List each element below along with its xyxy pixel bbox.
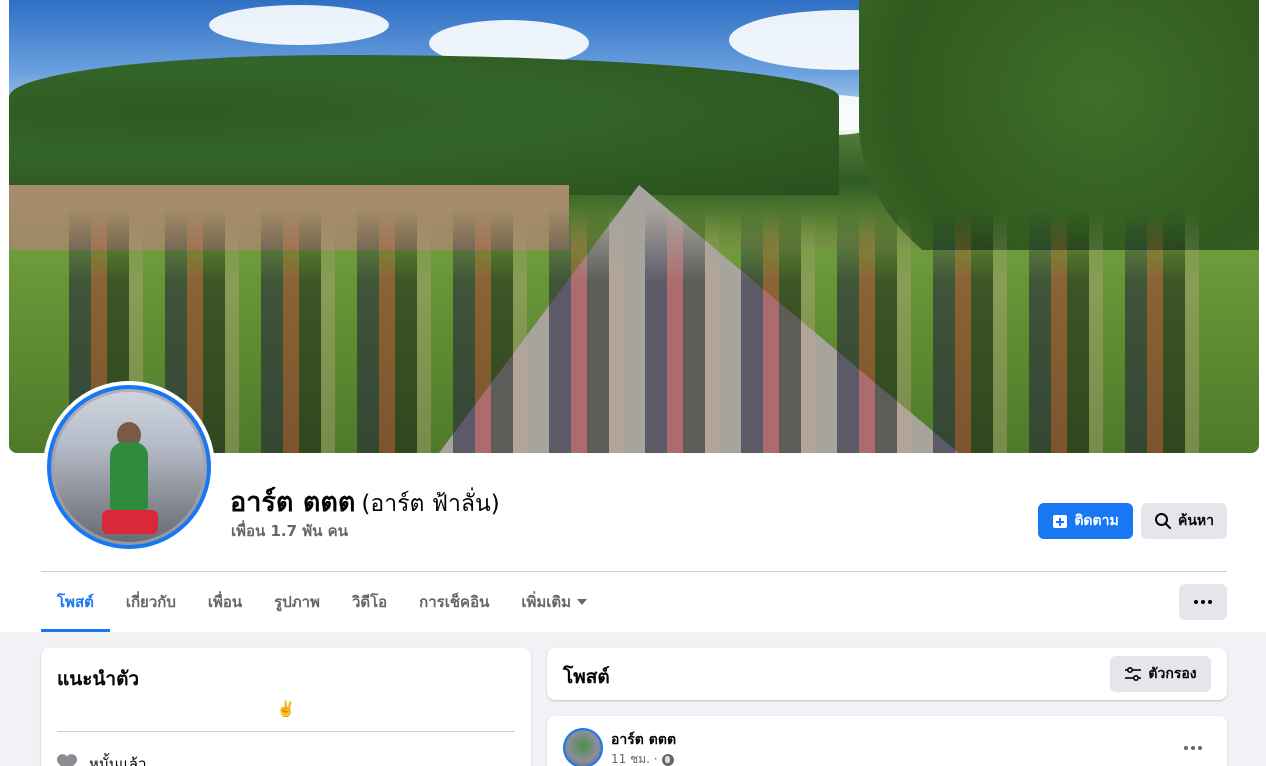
avatar-body xyxy=(110,442,148,512)
post-author-avatar[interactable] xyxy=(563,728,603,766)
post-meta: 11 ชม. · xyxy=(611,750,674,766)
globe-icon xyxy=(661,753,674,766)
profile-alternate-name: (อาร์ต ฟ้าลั่น) xyxy=(361,491,500,517)
post-author-name[interactable]: อาร์ต ตตต xyxy=(611,729,676,751)
intro-card: แนะนำตัว ✌️ หมั้นแล้ว xyxy=(41,648,531,766)
tab-label: เกี่ยวกับ xyxy=(125,593,176,611)
relationship-status: หมั้นแล้ว xyxy=(89,755,147,766)
profile-avatar[interactable] xyxy=(47,385,211,549)
intro-title: แนะนำตัว xyxy=(57,668,140,690)
avatar-chair xyxy=(102,510,158,534)
posts-header-card: โพสต์ ตัวกรอง xyxy=(547,648,1227,700)
tab-posts[interactable]: โพสต์ xyxy=(41,572,110,632)
filter-button[interactable]: ตัวกรอง xyxy=(1110,656,1211,692)
follow-plus-icon xyxy=(1053,515,1068,528)
cover-photo[interactable] xyxy=(9,0,1259,453)
tab-friends[interactable]: เพื่อน xyxy=(192,572,258,632)
tab-about[interactable]: เกี่ยวกับ xyxy=(110,572,192,632)
search-label: ค้นหา xyxy=(1177,513,1215,529)
relationship-row: หมั้นแล้ว xyxy=(57,752,146,766)
intro-divider xyxy=(57,731,515,732)
posts-title: โพสต์ xyxy=(563,666,610,688)
follow-button[interactable]: ติดตาม xyxy=(1038,503,1133,539)
intro-bio: ✌️ xyxy=(276,700,296,718)
tab-checkins[interactable]: การเช็คอิน xyxy=(403,572,505,632)
profile-name: อาร์ต ตตต xyxy=(230,487,356,518)
search-button[interactable]: ค้นหา xyxy=(1141,503,1227,539)
tab-label: รูปภาพ xyxy=(274,593,320,611)
tab-label: วิดีโอ xyxy=(351,593,388,611)
tab-label: เพื่อน xyxy=(207,593,243,611)
tab-label: การเช็คอิน xyxy=(419,593,490,611)
post-timestamp[interactable]: 11 ชม. · xyxy=(611,750,658,766)
tab-label: โพสต์ xyxy=(57,593,94,611)
avatar-photo xyxy=(54,392,204,542)
follow-label: ติดตาม xyxy=(1074,513,1119,529)
search-icon xyxy=(1154,513,1171,529)
tab-label: เพิ่มเติม xyxy=(521,593,572,611)
cover-trees-left xyxy=(9,55,839,195)
post-options-button[interactable] xyxy=(1175,730,1211,766)
heart-icon xyxy=(57,755,77,766)
profile-name-row: อาร์ต ตตต (อาร์ต ฟ้าลั่น) xyxy=(230,480,500,523)
post-card: อาร์ต ตตต 11 ชม. · xyxy=(547,716,1227,766)
tab-videos[interactable]: วิดีโอ xyxy=(336,572,403,632)
profile-header: อาร์ต ตตต (อาร์ต ฟ้าลั่น) เพื่อน 1.7 พัน … xyxy=(0,0,1266,632)
cover-crowd xyxy=(69,210,1219,453)
tab-more[interactable]: เพิ่มเติม xyxy=(505,572,603,632)
profile-tabs: โพสต์ เกี่ยวกับ เพื่อน รูปภาพ วิดีโอ การ… xyxy=(41,572,603,632)
ellipsis-icon xyxy=(1184,746,1202,750)
cover-cloud xyxy=(209,5,389,45)
chevron-down-icon xyxy=(577,599,588,605)
tab-photos[interactable]: รูปภาพ xyxy=(258,572,336,632)
filter-icon xyxy=(1125,666,1142,682)
friends-count[interactable]: เพื่อน 1.7 พัน คน xyxy=(231,519,348,543)
more-options-button[interactable] xyxy=(1179,584,1227,620)
filter-label: ตัวกรอง xyxy=(1148,666,1197,682)
ellipsis-icon xyxy=(1194,600,1212,604)
